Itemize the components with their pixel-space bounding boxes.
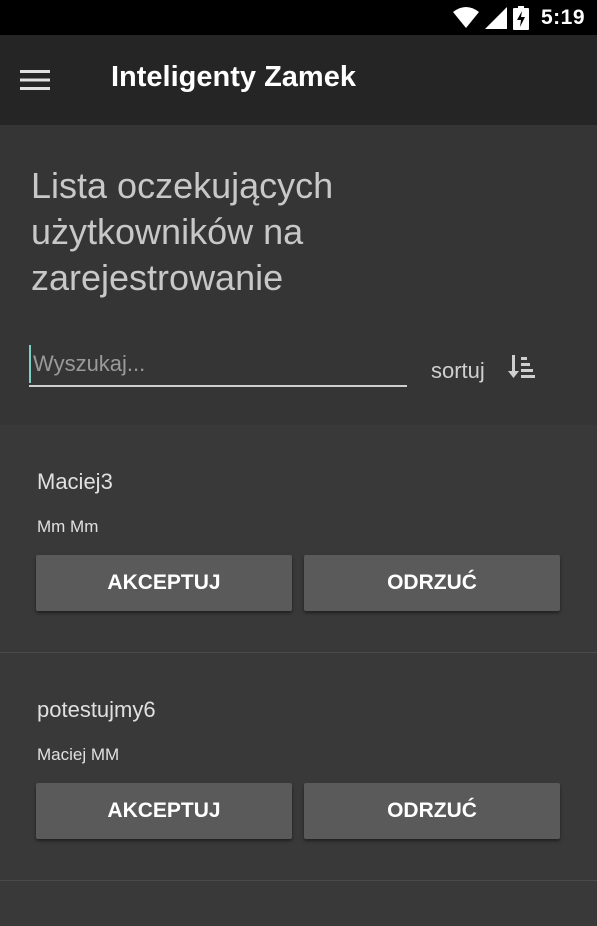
sort-ascending-icon[interactable]: [508, 353, 536, 381]
list-item: potestujmy6 Maciej MM AKCEPTUJ ODRZUĆ: [0, 653, 597, 881]
wifi-icon: [452, 7, 479, 28]
list-item: Maciej3 Mm Mm AKCEPTUJ ODRZUĆ: [0, 425, 597, 653]
search-input[interactable]: [29, 345, 407, 383]
status-icons: 5:19: [452, 6, 585, 30]
page-title: Lista oczekujących użytkowników na zarej…: [31, 165, 334, 298]
hamburger-menu-icon: [20, 70, 50, 90]
status-time: 5:19: [540, 6, 585, 29]
sort-label[interactable]: sortuj: [431, 358, 485, 384]
user-full-name: Mm Mm: [37, 517, 99, 536]
battery-charging-icon: [512, 6, 529, 30]
accept-button[interactable]: AKCEPTUJ: [36, 783, 292, 839]
user-login: potestujmy6: [37, 697, 156, 722]
search-field: [29, 345, 407, 387]
pending-users-list: Maciej3 Mm Mm AKCEPTUJ ODRZUĆ potestujmy…: [0, 425, 597, 881]
user-full-name: Maciej MM: [37, 745, 120, 764]
accept-button[interactable]: AKCEPTUJ: [36, 555, 292, 611]
user-login: Maciej3: [37, 469, 113, 494]
menu-button[interactable]: [20, 63, 60, 97]
app-title: Inteligenty Zamek: [111, 61, 356, 93]
reject-button[interactable]: ODRZUĆ: [304, 783, 560, 839]
status-bar: 5:19: [0, 0, 597, 35]
reject-button[interactable]: ODRZUĆ: [304, 555, 560, 611]
app-bar: Inteligenty Zamek: [0, 35, 597, 125]
header-panel: Lista oczekujących użytkowników na zarej…: [0, 125, 597, 425]
cell-signal-icon: [484, 7, 507, 29]
